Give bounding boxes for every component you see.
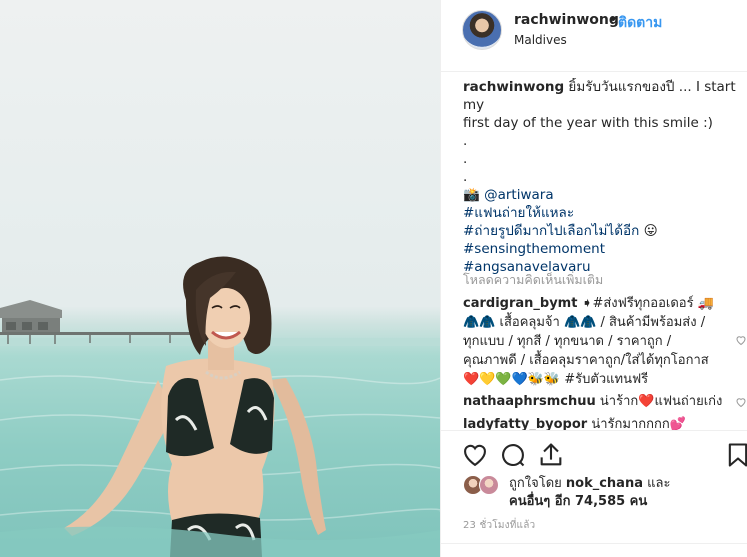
bookmark-icon[interactable] — [724, 441, 747, 469]
follow-button[interactable]: ติดตาม — [618, 12, 662, 34]
comment-text: คุณภาพดี / เสื้อคลุมราคาถูก/ใส่ได้ทุกโอก… — [463, 353, 709, 368]
comment-icon[interactable] — [499, 441, 527, 469]
person-figure — [64, 256, 326, 557]
comment-text: 🧥🧥 เสื้อคลุมจ้า 🧥🧥 / สินค้ามีพร้อมส่ง / — [463, 315, 706, 330]
comment-like-icon[interactable] — [735, 334, 747, 346]
author-avatar[interactable] — [462, 10, 502, 50]
comment-text: ❤️💛💚💙🐝🐝 #รับตัวแทนฟรี — [463, 372, 649, 387]
comment-username[interactable]: ladyfatty_byopor — [463, 417, 587, 430]
comment-item: cardigran_bymt ➧#ส่งฟรีทุกออเดอร์ 🚚 🧥🧥 เ… — [463, 294, 733, 389]
caption-dot-1: . — [463, 133, 468, 149]
post-location[interactable]: Maldives — [514, 33, 567, 47]
mention-link[interactable]: @artiwara — [484, 187, 554, 203]
like-heart-icon[interactable] — [461, 441, 489, 469]
comment-text: น่ารักมากกกก💕 — [591, 417, 686, 430]
post-header: rachwinwong • ติดตาม Maldives — [441, 0, 747, 72]
hashtag-link[interactable]: #ถ่ายรูปดีมากไปเลือกไม่ได้อีก — [463, 223, 639, 239]
add-comment-area[interactable] — [441, 543, 747, 557]
caption-dot-3: . — [463, 169, 468, 185]
liker-username[interactable]: nok_chana — [566, 476, 643, 491]
caption-dot-2: . — [463, 151, 468, 167]
hashtag-link[interactable]: #sensingthemoment — [463, 240, 747, 258]
comment-text: น่าร้าก❤️แฟนถ่ายเก่ง — [599, 394, 723, 409]
comment-like-icon[interactable] — [735, 396, 747, 408]
comment-text: ➧#ส่งฟรีทุกออเดอร์ 🚚 — [581, 296, 714, 311]
share-icon[interactable] — [537, 441, 565, 469]
separator-dot: • — [609, 12, 618, 28]
comment-item: nathaaphrsmchuu น่าร้าก❤️แฟนถ่ายเก่ง — [463, 392, 733, 411]
villa-silhouettes — [0, 300, 210, 344]
camera-emoji: 📸 — [463, 187, 480, 203]
likes-conj: และ — [647, 476, 671, 491]
caption-text-2: first day of the year with this smile :) — [463, 115, 713, 131]
likes-count[interactable]: คนอื่นๆ อีก 74,585 คน — [509, 494, 647, 509]
tongue-emoji: 😛 — [643, 223, 658, 239]
likes-summary: ถูกใจโดย nok_chana และ คนอื่นๆ อีก 74,58… — [463, 473, 733, 513]
comment-username[interactable]: cardigran_bymt — [463, 296, 577, 311]
load-more-comments[interactable]: โหลดความคิดเห็นเพิ่มเติม — [463, 270, 603, 290]
likes-prefix: ถูกใจโดย — [509, 476, 562, 491]
author-username[interactable]: rachwinwong — [514, 12, 619, 28]
caption-username[interactable]: rachwinwong — [463, 79, 564, 95]
post-time[interactable]: 23 ชั่วโมงที่แล้ว — [463, 518, 535, 533]
post-photo[interactable] — [0, 0, 440, 557]
photo-scene — [0, 256, 440, 557]
comment-username[interactable]: nathaaphrsmchuu — [463, 394, 596, 409]
liker-avatar[interactable] — [479, 475, 499, 495]
post-sidebar: rachwinwong • ติดตาม Maldives rachwinwon… — [440, 0, 747, 557]
hashtag-link[interactable]: #แฟนถ่ายให้แหละ — [463, 204, 747, 222]
comment-text: ทุกแบบ / ทุกสี / ทุกขนาด / ราคาถูก / — [463, 334, 672, 349]
post-actions: ถูกใจโดย nok_chana และ คนอื่นๆ อีก 74,58… — [441, 430, 747, 557]
comment-item: ladyfatty_byopor น่ารักมากกกก💕 — [463, 415, 733, 430]
